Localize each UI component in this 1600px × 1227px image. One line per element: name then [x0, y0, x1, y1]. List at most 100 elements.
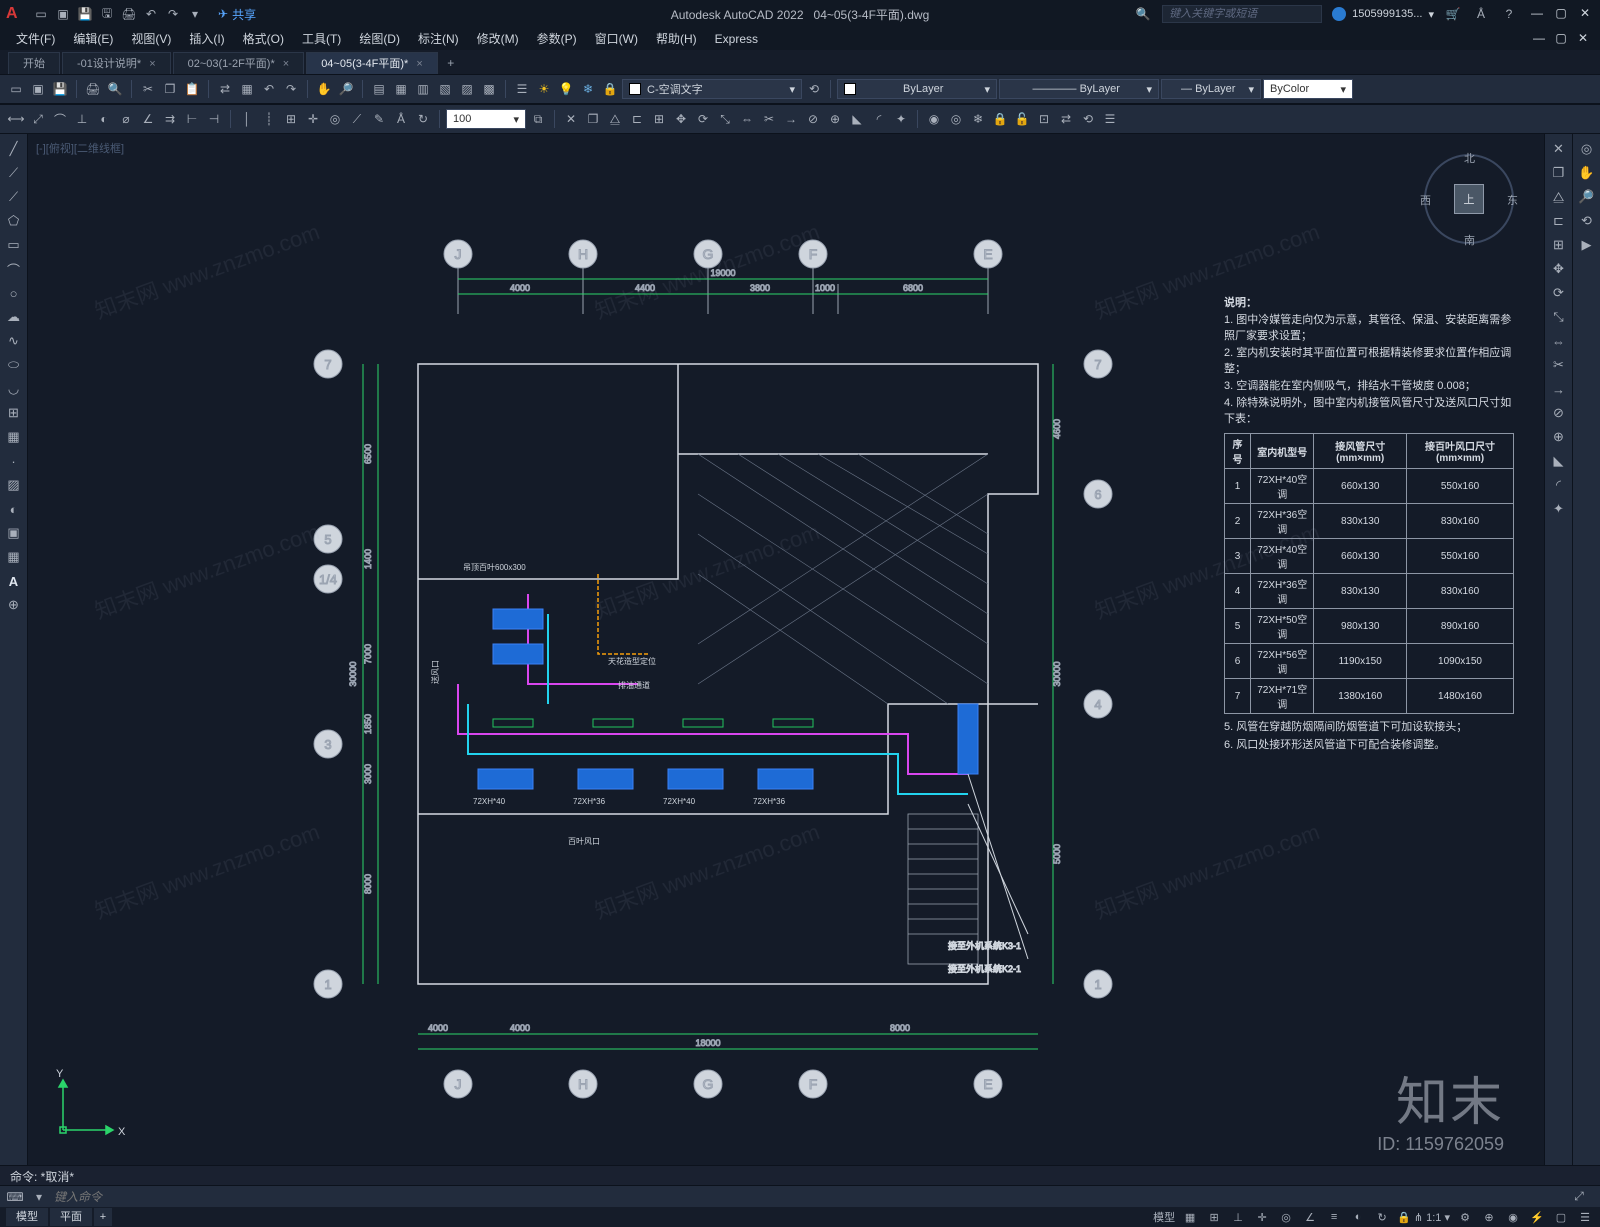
layer-match-icon[interactable]: ⇄	[1056, 109, 1076, 129]
dim-aligned-icon[interactable]: ⤢	[28, 109, 48, 129]
doc-restore-button[interactable]: ▢	[1552, 31, 1570, 47]
search-input[interactable]: 键入关键字或短语	[1162, 5, 1322, 23]
menu-express[interactable]: Express	[707, 28, 766, 50]
jog-icon[interactable]: ⟋	[347, 109, 367, 129]
menu-window[interactable]: 窗口(W)	[587, 28, 646, 50]
anno-scale[interactable]: 🔒 ⋔ 1:1 ▾	[1397, 1211, 1450, 1224]
block-icon[interactable]: ▦	[237, 79, 257, 99]
preview-icon[interactable]: 🔍	[105, 79, 125, 99]
dim-space-icon[interactable]: │	[237, 109, 257, 129]
r-move-icon[interactable]: ✥	[1548, 258, 1570, 280]
spline-icon[interactable]: ∿	[3, 330, 25, 352]
grid-toggle-icon[interactable]: ▦	[1181, 1209, 1199, 1225]
r-offset-icon[interactable]: ⊏	[1548, 210, 1570, 232]
r-copy-icon[interactable]: ❐	[1548, 162, 1570, 184]
qat-saveas-icon[interactable]: 🖫	[98, 5, 116, 23]
qat-save-icon[interactable]: 💾	[76, 5, 94, 23]
mirror-icon[interactable]: ⧋	[605, 109, 625, 129]
gradient-icon[interactable]: ◐	[3, 498, 25, 520]
qat-dropdown-icon[interactable]: ▾	[186, 5, 204, 23]
r-join-icon[interactable]: ⊕	[1548, 426, 1570, 448]
r-trim-icon[interactable]: ✂	[1548, 354, 1570, 376]
minimize-button[interactable]: —	[1528, 6, 1546, 22]
bylayer-combo-1[interactable]: ByLayer▾	[837, 79, 997, 99]
layer-unlock-icon[interactable]: 🔓	[1012, 109, 1032, 129]
new-icon[interactable]: ▭	[6, 79, 26, 99]
revcloud-icon[interactable]: ☁	[3, 306, 25, 328]
toolpalettes-icon[interactable]: ▥	[413, 79, 433, 99]
dim-quick-icon[interactable]: ⇉	[160, 109, 180, 129]
dimstyle-combo[interactable]: 100▾	[446, 109, 526, 129]
copy-icon[interactable]: ❐	[160, 79, 180, 99]
region-icon[interactable]: ▣	[3, 522, 25, 544]
arc-icon[interactable]: ⌒	[3, 258, 25, 280]
otrack-toggle-icon[interactable]: ∠	[1301, 1209, 1319, 1225]
center-mark-icon[interactable]: ✛	[303, 109, 323, 129]
open-icon[interactable]: ▣	[28, 79, 48, 99]
redo-icon[interactable]: ↷	[281, 79, 301, 99]
menu-view[interactable]: 视图(V)	[123, 28, 179, 50]
stretch-icon[interactable]: ⇔	[737, 109, 757, 129]
doc-close-button[interactable]: ✕	[1574, 31, 1592, 47]
addselection-icon[interactable]: ⊕	[3, 594, 25, 616]
lock-icon[interactable]: 🔒	[600, 79, 620, 99]
markup-icon[interactable]: ▨	[457, 79, 477, 99]
qat-new-icon[interactable]: ▭	[32, 5, 50, 23]
qat-redo-icon[interactable]: ↷	[164, 5, 182, 23]
quickcalc-icon[interactable]: ▩	[479, 79, 499, 99]
join-icon[interactable]: ⊕	[825, 109, 845, 129]
file-tab-1[interactable]: -01设计说明*×	[62, 52, 171, 74]
break-icon[interactable]: ⊘	[803, 109, 823, 129]
menu-draw[interactable]: 绘图(D)	[351, 28, 408, 50]
trim-icon[interactable]: ✂	[759, 109, 779, 129]
menu-parametric[interactable]: 参数(P)	[529, 28, 585, 50]
layout-tab-add[interactable]: +	[94, 1208, 112, 1226]
undo-icon[interactable]: ↶	[259, 79, 279, 99]
dim-break-icon[interactable]: ┊	[259, 109, 279, 129]
extend-icon[interactable]: →	[781, 109, 801, 129]
menu-format[interactable]: 格式(O)	[235, 28, 292, 50]
r-erase-icon[interactable]: ✕	[1548, 138, 1570, 160]
doc-minimize-button[interactable]: —	[1530, 31, 1548, 47]
isolate-icon[interactable]: ◉	[1504, 1209, 1522, 1225]
help-icon[interactable]: ?	[1500, 5, 1518, 23]
qat-plot-icon[interactable]: 🖨	[120, 5, 138, 23]
dim-angular-icon[interactable]: ∠	[138, 109, 158, 129]
lineweight-combo[interactable]: — ByLayer▾	[1161, 79, 1261, 99]
close-icon[interactable]: ×	[416, 58, 422, 70]
close-icon[interactable]: ×	[149, 58, 155, 70]
app-menu-icon[interactable]: Å	[1472, 5, 1490, 23]
point-icon[interactable]: ·	[3, 450, 25, 472]
mtext-icon[interactable]: A	[3, 570, 25, 592]
layer-dropdown[interactable]: C-空调文字 ▾	[622, 79, 802, 99]
dimstyle-icon[interactable]: ⧉	[528, 109, 548, 129]
hatch-icon[interactable]: ▨	[3, 474, 25, 496]
viewcube[interactable]: 上 北 南 东 西	[1424, 154, 1514, 244]
bulb-icon[interactable]: 💡	[556, 79, 576, 99]
new-tab-button[interactable]: +	[440, 52, 462, 74]
pline-icon[interactable]: ⟋	[3, 186, 25, 208]
viewport-label[interactable]: [-][俯视][二维线框]	[36, 140, 124, 156]
command-recent-icon[interactable]: ▾	[30, 1188, 48, 1206]
table-icon[interactable]: ▦	[3, 546, 25, 568]
user-menu[interactable]: 1505999135... ▾	[1332, 7, 1434, 21]
array-icon[interactable]: ⊞	[649, 109, 669, 129]
cycling-toggle-icon[interactable]: ↻	[1373, 1209, 1391, 1225]
match-icon[interactable]: ⇄	[215, 79, 235, 99]
chamfer-icon[interactable]: ◣	[847, 109, 867, 129]
close-icon[interactable]: ×	[283, 58, 289, 70]
layer-iso-icon[interactable]: ◎	[946, 109, 966, 129]
navbar-showmotion-icon[interactable]: ▶	[1576, 234, 1598, 256]
menu-dimension[interactable]: 标注(N)	[410, 28, 467, 50]
linetype-combo[interactable]: ———— ByLayer▾	[999, 79, 1159, 99]
lweight-toggle-icon[interactable]: ≡	[1325, 1209, 1343, 1225]
menu-modify[interactable]: 修改(M)	[469, 28, 527, 50]
r-fillet-icon[interactable]: ◜	[1548, 474, 1570, 496]
r-explode-icon[interactable]: ✦	[1548, 498, 1570, 520]
copy2-icon[interactable]: ❐	[583, 109, 603, 129]
inspect-icon[interactable]: ◎	[325, 109, 345, 129]
layout-tab-1[interactable]: 平面	[50, 1208, 92, 1226]
dim-arc-icon[interactable]: ⌒	[50, 109, 70, 129]
menu-insert[interactable]: 插入(I)	[181, 28, 232, 50]
rotate-icon[interactable]: ⟳	[693, 109, 713, 129]
